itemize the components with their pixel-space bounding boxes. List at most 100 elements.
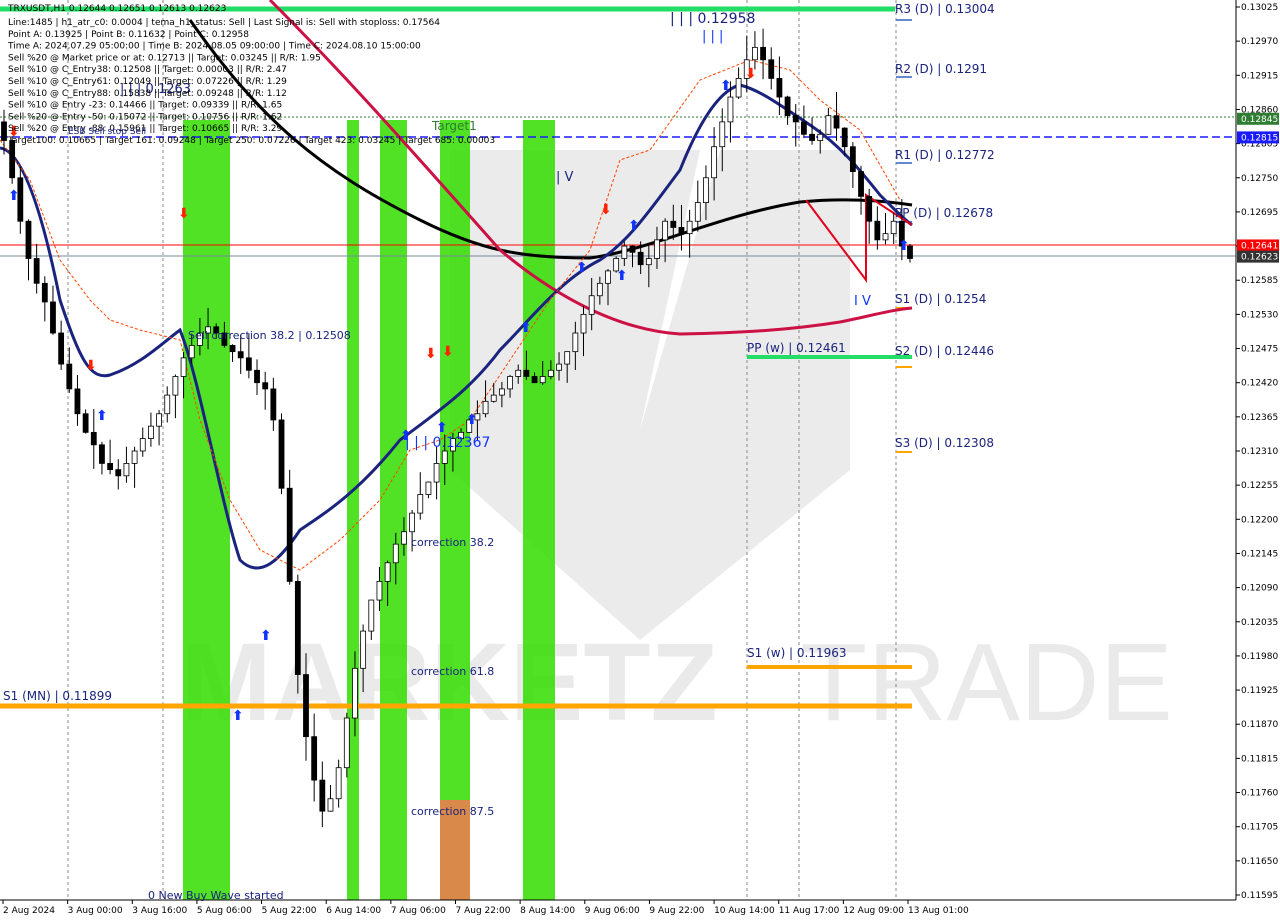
candle-body (90, 431, 97, 446)
candle-body (605, 270, 611, 284)
correction-618-label: correction 61.8 (411, 665, 494, 678)
price-tick-label: 0.12310 (1241, 447, 1278, 457)
candle-body (670, 220, 677, 228)
svg-text:⬇: ⬇ (425, 346, 437, 362)
candle-body (368, 599, 375, 632)
candle-body (621, 245, 628, 259)
candle-body (874, 220, 881, 241)
candle-body (727, 96, 734, 123)
candle-body (800, 121, 807, 135)
candle-body (792, 115, 799, 123)
info-line: Sell %10 @ Entry -23: 0.14466 || Target:… (8, 101, 282, 111)
r3-d-label: R3 (D) | 0.13004 (895, 2, 995, 16)
candle-body (25, 220, 32, 259)
pivot-mid-label: | | | 0.12367 (405, 435, 490, 451)
price-tick-label: 0.12255 (1241, 481, 1278, 491)
candle-body (637, 251, 644, 266)
info-panel: TRXUSDT,H1 0.12644 0.12651 0.12613 0.126… (7, 4, 495, 146)
candle-body (99, 444, 105, 464)
svg-text:⬆: ⬆ (466, 412, 478, 428)
candle-body (711, 146, 718, 179)
time-tick-label: 3 Aug 16:00 (132, 906, 187, 916)
candle-body (409, 512, 416, 533)
candle-body (596, 282, 603, 297)
s2-d-label: S2 (D) | 0.12446 (895, 344, 994, 358)
candle-body (539, 376, 546, 384)
time-tick-label: 9 Aug 06:00 (585, 906, 640, 916)
candle-body (156, 413, 162, 427)
svg-text:⬆: ⬆ (520, 320, 532, 336)
candle-body (41, 282, 48, 303)
candle-body (703, 177, 709, 204)
time-axis[interactable]: 2 Aug 2024 3 Aug 00:00 3 Aug 16:00 5 Aug 06… (2, 900, 969, 916)
trading-chart[interactable]: MARKETZ TRADE (0, 0, 1280, 920)
point-c-ticks: | | | (702, 29, 723, 44)
s1-mn-label: S1 (MN) | 0.11899 (3, 689, 112, 703)
candle-body (392, 543, 399, 564)
candle-body (768, 59, 775, 79)
price-badge-label: 0.12623 (1241, 253, 1278, 263)
candle-body (311, 736, 318, 781)
price-tick-label: 0.12365 (1241, 413, 1278, 423)
candle-body (686, 220, 693, 235)
candle-body (882, 233, 889, 241)
info-line: Line:1485 | h1_atr_c0: 0.0004 | tema_h1_… (8, 18, 440, 28)
candle-body (752, 46, 758, 61)
candle-body (890, 220, 897, 235)
time-tick-label: 7 Aug 22:00 (456, 906, 511, 916)
candle-body (66, 363, 73, 390)
svg-text:⬇: ⬇ (600, 202, 612, 218)
price-tick-label: 0.12420 (1241, 379, 1278, 389)
candle-body (278, 419, 285, 489)
candle-body (825, 115, 832, 135)
svg-text:⬇: ⬇ (178, 206, 190, 222)
price-tick-label: 0.11650 (1241, 857, 1278, 867)
candle-body (523, 369, 530, 377)
time-tick-label: 12 Aug 09:00 (843, 906, 904, 916)
candle-body (148, 425, 154, 439)
candle-body (188, 345, 195, 359)
pp-d-label: PP (D) | 0.12678 (895, 206, 993, 220)
candle-body (131, 450, 138, 464)
price-tick-label: 0.13025 (1241, 3, 1278, 13)
price-badge-label: 0.12845 (1241, 115, 1278, 125)
candle-body (760, 46, 766, 61)
candle-body (270, 388, 277, 421)
correction-875-label: correction 87.5 (411, 805, 494, 818)
candle-body (678, 227, 685, 235)
price-badge-label: 0.12641 (1241, 241, 1278, 251)
pp-w-label: PP (w) | 0.12461 (747, 341, 846, 355)
candle-body (654, 239, 660, 259)
candle-body (74, 388, 81, 415)
symbol-line: TRXUSDT,H1 0.12644 0.12651 0.12613 0.126… (7, 4, 226, 14)
candle-body (735, 78, 742, 98)
candle-body (401, 531, 407, 545)
svg-text:⬆: ⬆ (232, 708, 244, 724)
svg-text:⬆: ⬆ (628, 218, 640, 234)
candle-body (547, 369, 554, 377)
time-tick-label: 3 Aug 00:00 (68, 906, 123, 916)
candle-body (694, 202, 701, 222)
price-tick-label: 0.12695 (1241, 208, 1278, 218)
candle-body (645, 258, 652, 266)
price-tick-label: 0.11705 (1241, 823, 1278, 833)
correction-382-label: correction 38.2 (411, 536, 494, 549)
candle-body (50, 301, 56, 334)
price-tick-label: 0.11925 (1241, 686, 1278, 696)
candle-body (33, 258, 40, 284)
candle-body (384, 562, 391, 582)
candle-body (833, 115, 840, 129)
s1-d-label: S1 (D) | 0.1254 (895, 292, 986, 306)
candle-body (352, 667, 358, 719)
price-badge-label: 0.12815 (1241, 133, 1278, 143)
candle-body (417, 494, 424, 514)
candle-body (784, 96, 791, 117)
price-tick-label: 0.11815 (1241, 754, 1278, 764)
info-line: Sell %10 @ C_Entry88: 0.15838 || Target:… (8, 89, 287, 99)
candle-body (841, 127, 848, 148)
info-line: Time A: 2024.07.29 05:00:00 | Time B: 20… (7, 42, 421, 52)
candle-body (433, 463, 440, 483)
svg-text:⬆: ⬆ (898, 238, 910, 254)
time-tick-label: 9 Aug 22:00 (649, 906, 704, 916)
price-tick-label: 0.12750 (1241, 174, 1278, 184)
